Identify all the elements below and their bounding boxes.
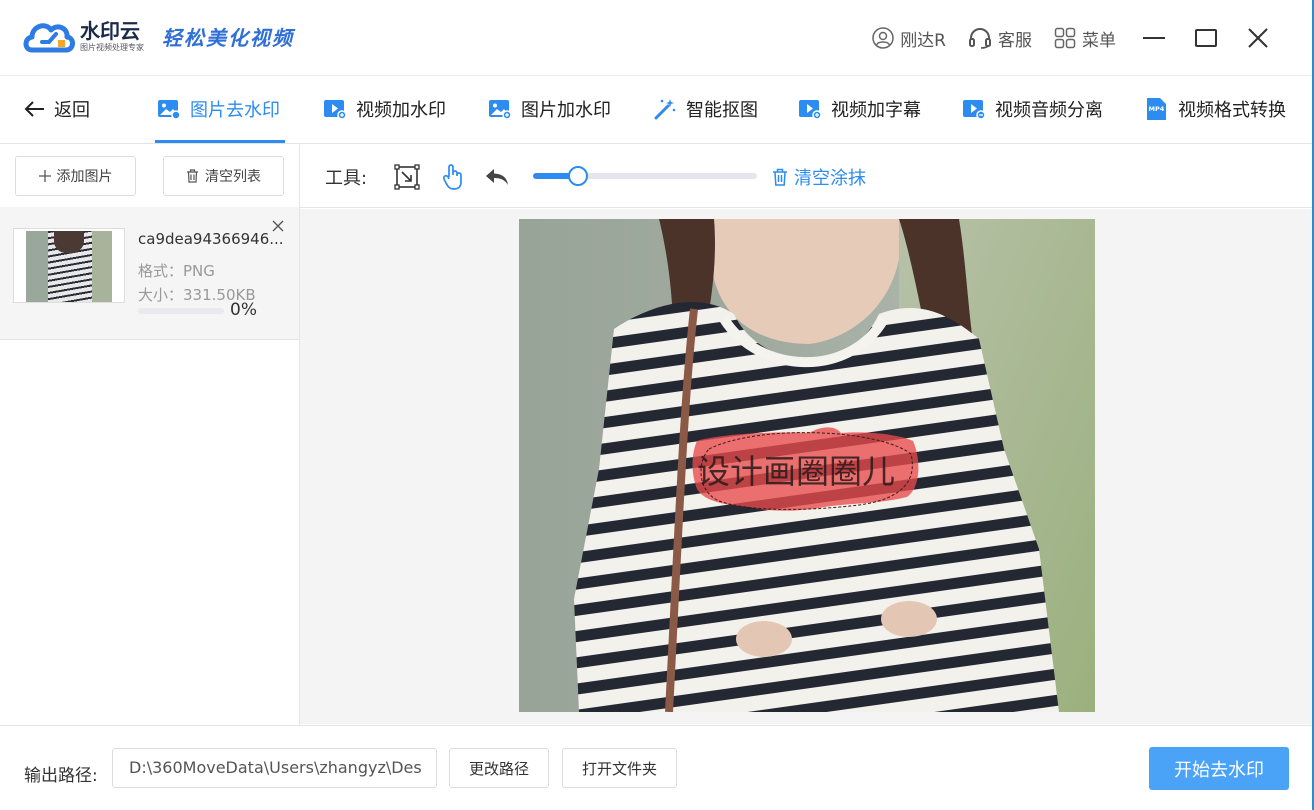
- tab-label: 视频加水印: [356, 100, 446, 121]
- tab-label: 图片去水印: [190, 100, 280, 121]
- clear-list-label: 清空列表: [205, 169, 261, 185]
- service-label: 客服: [998, 30, 1032, 51]
- headset-icon: [969, 28, 991, 49]
- select-box-icon: [394, 164, 420, 190]
- back-label: 返回: [54, 100, 90, 121]
- active-tab-indicator: [155, 140, 285, 143]
- watermark-text: 设计画圈圈儿: [697, 452, 895, 491]
- undo-icon: [486, 169, 508, 185]
- add-image-label: 添加图片: [56, 169, 113, 185]
- minimize-icon: [1143, 37, 1165, 39]
- open-folder-button[interactable]: 打开文件夹: [562, 748, 677, 788]
- tab-video-format-convert[interactable]: MP4 视频格式转换: [1145, 96, 1286, 122]
- tab-label: 智能抠图: [686, 100, 758, 121]
- cloud-logo-icon: [22, 16, 78, 56]
- menu-button[interactable]: 菜单: [1054, 26, 1116, 51]
- slider-handle[interactable]: [568, 166, 588, 186]
- arrow-left-icon: [24, 101, 44, 117]
- app-window: 水印云 图片视频处理专家 轻松美化视频 刚达R 客服 菜单 返回 图片去水印 视…: [0, 0, 1314, 810]
- progress-bar: [138, 308, 224, 314]
- plus-icon: [38, 170, 51, 182]
- file-thumbnail: [13, 228, 125, 303]
- app-slogan: 轻松美化视频: [162, 26, 294, 50]
- back-button[interactable]: 返回: [24, 96, 90, 122]
- feature-nav: 返回 图片去水印 视频加水印 图片加水印 智能抠图 视频加字幕 视频音频分离 M…: [0, 76, 1312, 144]
- tab-image-add-watermark[interactable]: 图片加水印: [488, 96, 611, 122]
- image-icon: [158, 100, 181, 120]
- video-icon: [963, 100, 986, 120]
- brush-hand-tool[interactable]: [438, 162, 468, 192]
- start-remove-watermark-button[interactable]: 开始去水印: [1149, 747, 1289, 790]
- close-window-button[interactable]: [1244, 24, 1272, 52]
- file-list-panel: 添加图片 清空列表 ca9dea94366946... 格式：PNG 大小：33…: [0, 145, 300, 725]
- app-logo: 水印云 图片视频处理专家: [22, 16, 144, 56]
- trash-icon: [187, 169, 198, 183]
- clear-paint-button[interactable]: 清空涂抹: [772, 164, 866, 190]
- close-icon: [272, 220, 284, 232]
- user-name: 刚达R: [900, 30, 946, 51]
- tab-video-add-watermark[interactable]: 视频加水印: [323, 96, 446, 122]
- tab-video-audio-separate[interactable]: 视频音频分离: [962, 96, 1103, 122]
- hand-pointer-icon: [442, 164, 462, 190]
- tab-label: 图片加水印: [521, 100, 611, 121]
- tab-label: 视频加字幕: [831, 100, 921, 121]
- customer-service-button[interactable]: 客服: [968, 26, 1032, 51]
- file-name: ca9dea94366946...: [138, 230, 284, 248]
- video-icon: [324, 100, 347, 120]
- close-icon: [1248, 28, 1268, 48]
- editing-canvas[interactable]: 设计画圈圈儿: [300, 209, 1312, 724]
- tab-image-remove-watermark[interactable]: 图片去水印: [157, 96, 280, 122]
- add-image-button[interactable]: 添加图片: [15, 156, 136, 196]
- video-icon: [799, 100, 822, 120]
- file-format: 格式：PNG: [138, 262, 215, 280]
- maximize-button[interactable]: [1192, 24, 1220, 52]
- user-account-button[interactable]: 刚达R: [872, 26, 946, 51]
- tab-label: 视频音频分离: [995, 100, 1103, 121]
- svg-text:MP4: MP4: [1149, 105, 1165, 113]
- app-subtitle: 图片视频处理专家: [80, 42, 144, 52]
- maximize-icon: [1195, 29, 1217, 47]
- tool-label: 工具:: [325, 168, 368, 189]
- remove-file-button[interactable]: [271, 218, 285, 237]
- image-icon: [489, 100, 512, 120]
- tab-smart-cutout[interactable]: 智能抠图: [653, 96, 758, 122]
- progress-text: 0%: [230, 300, 257, 320]
- tab-label: 视频格式转换: [1178, 100, 1286, 121]
- menu-label: 菜单: [1082, 30, 1116, 51]
- change-path-button[interactable]: 更改路径: [449, 748, 549, 788]
- edit-toolbar: 工具: 清空涂抹: [300, 145, 1312, 208]
- magic-wand-icon: [654, 99, 676, 120]
- output-path-input[interactable]: D:\360MoveData\Users\zhangyz\Des: [112, 748, 437, 788]
- list-item[interactable]: ca9dea94366946... 格式：PNG 大小：331.50KB 0%: [0, 207, 299, 340]
- user-icon: [872, 27, 894, 49]
- undo-button[interactable]: [482, 162, 512, 192]
- clear-list-button[interactable]: 清空列表: [163, 156, 284, 196]
- bottom-bar: 输出路径: D:\360MoveData\Users\zhangyz\Des 更…: [0, 725, 1312, 810]
- grid-menu-icon: [1054, 27, 1076, 49]
- trash-icon: [773, 168, 787, 186]
- output-path-label: 输出路径:: [24, 766, 98, 786]
- app-name: 水印云: [80, 18, 140, 43]
- minimize-button[interactable]: [1140, 24, 1168, 52]
- photo-preview[interactable]: 设计画圈圈儿: [519, 219, 1095, 712]
- tab-video-add-subtitles[interactable]: 视频加字幕: [798, 96, 921, 122]
- select-box-tool[interactable]: [392, 162, 422, 192]
- clear-paint-label: 清空涂抹: [794, 168, 866, 189]
- mp4-file-icon: MP4: [1147, 98, 1166, 120]
- brush-size-slider[interactable]: [533, 173, 757, 179]
- title-bar: 水印云 图片视频处理专家 轻松美化视频 刚达R 客服 菜单: [0, 0, 1312, 76]
